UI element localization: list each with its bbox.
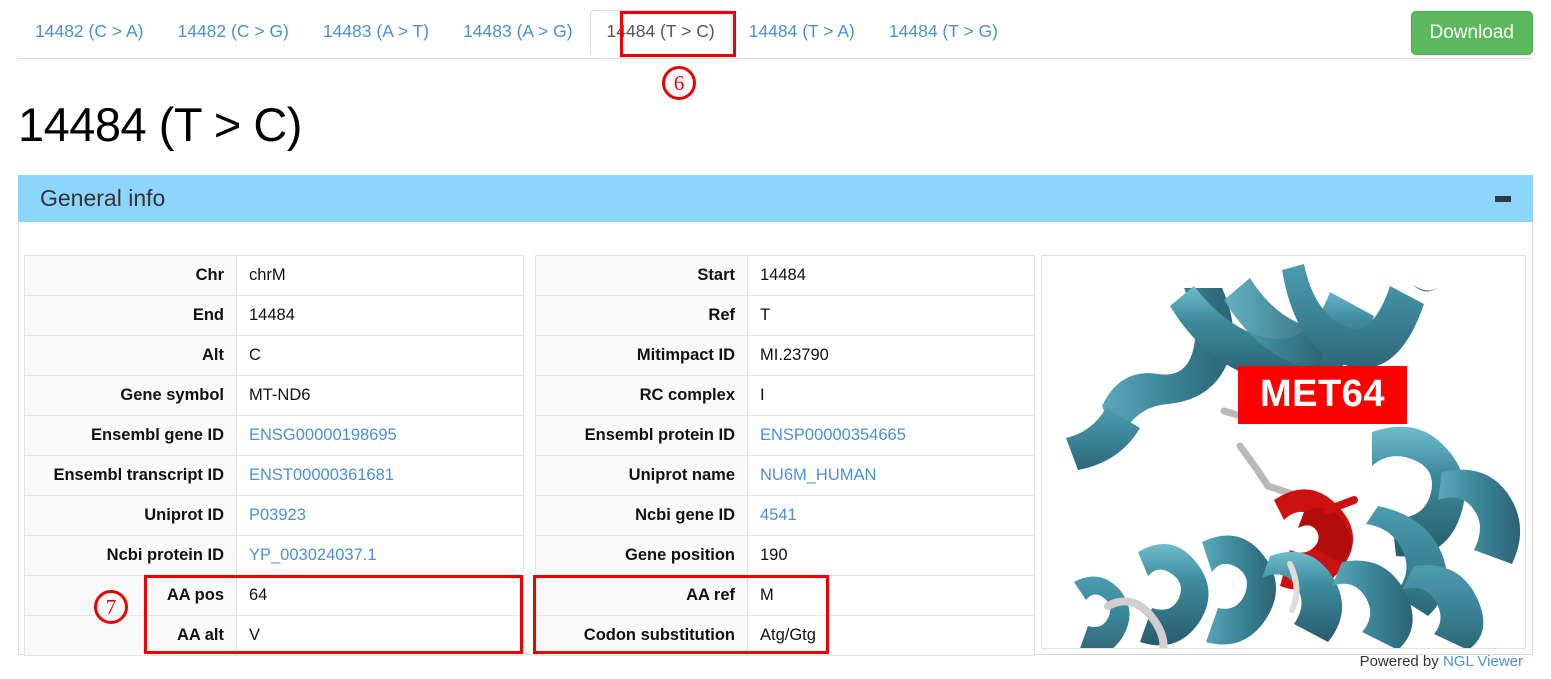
table-row: RC complex I (536, 376, 1035, 416)
row-value-link[interactable]: 4541 (760, 506, 797, 524)
download-button[interactable]: Download (1411, 11, 1534, 55)
panel-title: General info (40, 185, 165, 212)
table-row: Ensembl gene ID ENSG00000198695 (25, 416, 524, 456)
row-label: Ensembl gene ID (25, 416, 237, 456)
tab-bar-underline (18, 58, 1533, 59)
table-row-aa-ref: AA ref M (536, 576, 1035, 616)
row-value-link[interactable]: P03923 (249, 506, 306, 524)
row-value-link[interactable]: NU6M_HUMAN (760, 466, 876, 484)
row-label: RC complex (536, 376, 748, 416)
table-row: Ensembl transcript ID ENST00000361681 (25, 456, 524, 496)
row-value: 64 (237, 576, 524, 616)
row-value-link[interactable]: ENSG00000198695 (249, 426, 397, 444)
page-title: 14484 (T > C) (18, 97, 302, 152)
table-row-codon-substitution: Codon substitution Atg/Gtg (536, 616, 1035, 656)
table-row: Ncbi gene ID 4541 (536, 496, 1035, 536)
tab-14484-t-a[interactable]: 14484 (T > A) (732, 10, 872, 55)
tab-list: 14482 (C > A) 14482 (C > G) 14483 (A > T… (18, 10, 1015, 55)
table-row: End 14484 (25, 296, 524, 336)
tab-14483-a-g[interactable]: 14483 (A > G) (446, 10, 589, 55)
table-row: Chr chrM (25, 256, 524, 296)
row-value-link[interactable]: YP_003024037.1 (249, 546, 377, 564)
row-value: 14484 (237, 296, 524, 336)
structure-viewer-wrap: MET64 Powered by NGL Viewer (1041, 255, 1526, 649)
row-value: T (748, 296, 1035, 336)
row-value: MI.23790 (748, 336, 1035, 376)
ngl-canvas[interactable] (1042, 256, 1525, 648)
minus-icon[interactable] (1495, 196, 1511, 202)
info-tables: Chr chrM End 14484 Alt C Gene symbol MT-… (24, 255, 1035, 656)
tab-bar: 14482 (C > A) 14482 (C > G) 14483 (A > T… (0, 0, 1551, 59)
row-label: AA pos (25, 576, 237, 616)
row-label: End (25, 296, 237, 336)
row-label: Gene position (536, 536, 748, 576)
row-value: MT-ND6 (237, 376, 524, 416)
row-label: Ncbi protein ID (25, 536, 237, 576)
row-value: Atg/Gtg (748, 616, 1035, 656)
row-label: Ensembl protein ID (536, 416, 748, 456)
row-label: Uniprot name (536, 456, 748, 496)
row-label: AA alt (25, 616, 237, 656)
row-label: Gene symbol (25, 376, 237, 416)
row-value: P03923 (237, 496, 524, 536)
table-row: Uniprot ID P03923 (25, 496, 524, 536)
row-value-link[interactable]: ENST00000361681 (249, 466, 394, 484)
row-value: ENSP00000354665 (748, 416, 1035, 456)
table-row: Gene position 190 (536, 536, 1035, 576)
row-label: Codon substitution (536, 616, 748, 656)
powered-by-text: Powered by NGL Viewer (1360, 653, 1523, 670)
residue-label: MET64 (1238, 366, 1407, 424)
row-label: Chr (25, 256, 237, 296)
right-info-table-body: Start 14484 Ref T Mitimpact ID MI.23790 … (536, 256, 1035, 656)
table-row: Alt C (25, 336, 524, 376)
row-value: C (237, 336, 524, 376)
row-label: AA ref (536, 576, 748, 616)
row-label: Start (536, 256, 748, 296)
tab-14484-t-g[interactable]: 14484 (T > G) (872, 10, 1015, 55)
table-row: Start 14484 (536, 256, 1035, 296)
right-info-table: Start 14484 Ref T Mitimpact ID MI.23790 … (535, 255, 1035, 656)
annotation-marker-7: 7 (94, 590, 128, 624)
powered-by-prefix: Powered by (1360, 653, 1443, 670)
table-row: Ncbi protein ID YP_003024037.1 (25, 536, 524, 576)
row-value: chrM (237, 256, 524, 296)
table-row: Uniprot name NU6M_HUMAN (536, 456, 1035, 496)
tab-14482-c-a[interactable]: 14482 (C > A) (18, 10, 160, 55)
table-row-aa-alt: AA alt V (25, 616, 524, 656)
table-row: Gene symbol MT-ND6 (25, 376, 524, 416)
row-value-link[interactable]: ENSP00000354665 (760, 426, 906, 444)
panel-body: Chr chrM End 14484 Alt C Gene symbol MT-… (19, 222, 1532, 654)
table-row: Ref T (536, 296, 1035, 336)
row-label: Alt (25, 336, 237, 376)
tab-14482-c-g[interactable]: 14482 (C > G) (160, 10, 305, 55)
row-label: Ensembl transcript ID (25, 456, 237, 496)
row-value: I (748, 376, 1035, 416)
row-label: Uniprot ID (25, 496, 237, 536)
row-label: Mitimpact ID (536, 336, 748, 376)
protein-ribbon-graphic (1042, 256, 1525, 648)
row-label: Ncbi gene ID (536, 496, 748, 536)
row-value: ENSG00000198695 (237, 416, 524, 456)
tab-14484-t-c[interactable]: 14484 (T > C) (590, 10, 732, 55)
table-row: Ensembl protein ID ENSP00000354665 (536, 416, 1035, 456)
row-label: Ref (536, 296, 748, 336)
row-value: NU6M_HUMAN (748, 456, 1035, 496)
tab-14483-a-t[interactable]: 14483 (A > T) (306, 10, 446, 55)
ngl-viewer-link[interactable]: NGL Viewer (1443, 653, 1523, 670)
row-value: YP_003024037.1 (237, 536, 524, 576)
row-value: V (237, 616, 524, 656)
annotation-marker-6: 6 (662, 66, 696, 100)
row-value: 190 (748, 536, 1035, 576)
ngl-viewer[interactable]: MET64 (1041, 255, 1526, 649)
row-value: 14484 (748, 256, 1035, 296)
table-row: Mitimpact ID MI.23790 (536, 336, 1035, 376)
row-value: 4541 (748, 496, 1035, 536)
panel-header: General info (18, 175, 1533, 222)
row-value: ENST00000361681 (237, 456, 524, 496)
row-value: M (748, 576, 1035, 616)
